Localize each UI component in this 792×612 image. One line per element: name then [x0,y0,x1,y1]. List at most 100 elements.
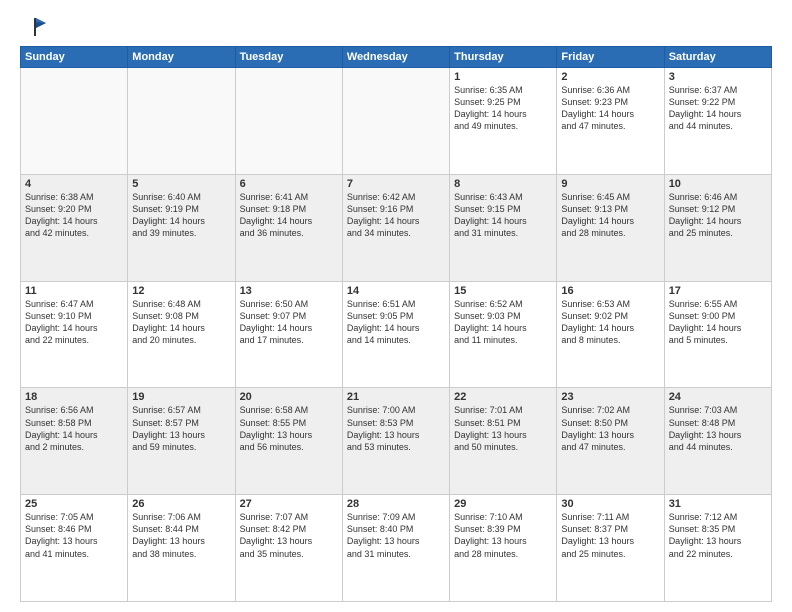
day-info: Sunrise: 7:12 AM Sunset: 8:35 PM Dayligh… [669,511,767,560]
table-row: 23Sunrise: 7:02 AM Sunset: 8:50 PM Dayli… [557,388,664,495]
day-info: Sunrise: 6:51 AM Sunset: 9:05 PM Dayligh… [347,298,445,347]
table-row: 12Sunrise: 6:48 AM Sunset: 9:08 PM Dayli… [128,281,235,388]
day-number: 15 [454,285,552,297]
day-info: Sunrise: 7:05 AM Sunset: 8:46 PM Dayligh… [25,511,123,560]
day-number: 30 [561,498,659,510]
table-row: 24Sunrise: 7:03 AM Sunset: 8:48 PM Dayli… [664,388,771,495]
day-info: Sunrise: 6:45 AM Sunset: 9:13 PM Dayligh… [561,191,659,240]
day-number: 20 [240,391,338,403]
day-number: 23 [561,391,659,403]
day-info: Sunrise: 6:35 AM Sunset: 9:25 PM Dayligh… [454,84,552,133]
table-row: 4Sunrise: 6:38 AM Sunset: 9:20 PM Daylig… [21,174,128,281]
table-row: 14Sunrise: 6:51 AM Sunset: 9:05 PM Dayli… [342,281,449,388]
calendar: SundayMondayTuesdayWednesdayThursdayFrid… [20,46,772,602]
table-row: 13Sunrise: 6:50 AM Sunset: 9:07 PM Dayli… [235,281,342,388]
day-number: 26 [132,498,230,510]
logo [20,16,48,38]
day-info: Sunrise: 6:40 AM Sunset: 9:19 PM Dayligh… [132,191,230,240]
day-number: 21 [347,391,445,403]
day-number: 8 [454,178,552,190]
day-info: Sunrise: 7:02 AM Sunset: 8:50 PM Dayligh… [561,404,659,453]
day-number: 29 [454,498,552,510]
day-number: 11 [25,285,123,297]
day-info: Sunrise: 6:46 AM Sunset: 9:12 PM Dayligh… [669,191,767,240]
table-row: 19Sunrise: 6:57 AM Sunset: 8:57 PM Dayli… [128,388,235,495]
day-info: Sunrise: 7:11 AM Sunset: 8:37 PM Dayligh… [561,511,659,560]
table-row: 29Sunrise: 7:10 AM Sunset: 8:39 PM Dayli… [450,495,557,602]
weekday-header-tuesday: Tuesday [235,47,342,68]
day-info: Sunrise: 6:41 AM Sunset: 9:18 PM Dayligh… [240,191,338,240]
day-number: 13 [240,285,338,297]
table-row: 8Sunrise: 6:43 AM Sunset: 9:15 PM Daylig… [450,174,557,281]
page: SundayMondayTuesdayWednesdayThursdayFrid… [0,0,792,612]
weekday-header-friday: Friday [557,47,664,68]
day-info: Sunrise: 7:06 AM Sunset: 8:44 PM Dayligh… [132,511,230,560]
day-info: Sunrise: 6:53 AM Sunset: 9:02 PM Dayligh… [561,298,659,347]
weekday-header-saturday: Saturday [664,47,771,68]
calendar-row-1: 1Sunrise: 6:35 AM Sunset: 9:25 PM Daylig… [21,68,772,175]
day-number: 1 [454,71,552,83]
day-info: Sunrise: 7:03 AM Sunset: 8:48 PM Dayligh… [669,404,767,453]
day-info: Sunrise: 6:48 AM Sunset: 9:08 PM Dayligh… [132,298,230,347]
table-row: 20Sunrise: 6:58 AM Sunset: 8:55 PM Dayli… [235,388,342,495]
table-row: 5Sunrise: 6:40 AM Sunset: 9:19 PM Daylig… [128,174,235,281]
day-number: 7 [347,178,445,190]
day-info: Sunrise: 7:10 AM Sunset: 8:39 PM Dayligh… [454,511,552,560]
table-row: 16Sunrise: 6:53 AM Sunset: 9:02 PM Dayli… [557,281,664,388]
table-row: 2Sunrise: 6:36 AM Sunset: 9:23 PM Daylig… [557,68,664,175]
weekday-header-monday: Monday [128,47,235,68]
table-row [128,68,235,175]
table-row: 21Sunrise: 7:00 AM Sunset: 8:53 PM Dayli… [342,388,449,495]
day-info: Sunrise: 6:38 AM Sunset: 9:20 PM Dayligh… [25,191,123,240]
day-info: Sunrise: 6:47 AM Sunset: 9:10 PM Dayligh… [25,298,123,347]
day-number: 25 [25,498,123,510]
day-number: 27 [240,498,338,510]
calendar-row-2: 4Sunrise: 6:38 AM Sunset: 9:20 PM Daylig… [21,174,772,281]
weekday-header-wednesday: Wednesday [342,47,449,68]
table-row: 6Sunrise: 6:41 AM Sunset: 9:18 PM Daylig… [235,174,342,281]
day-number: 28 [347,498,445,510]
weekday-header-row: SundayMondayTuesdayWednesdayThursdayFrid… [21,47,772,68]
day-number: 17 [669,285,767,297]
table-row: 17Sunrise: 6:55 AM Sunset: 9:00 PM Dayli… [664,281,771,388]
day-info: Sunrise: 6:58 AM Sunset: 8:55 PM Dayligh… [240,404,338,453]
table-row: 22Sunrise: 7:01 AM Sunset: 8:51 PM Dayli… [450,388,557,495]
day-number: 2 [561,71,659,83]
day-number: 31 [669,498,767,510]
calendar-row-4: 18Sunrise: 6:56 AM Sunset: 8:58 PM Dayli… [21,388,772,495]
calendar-row-3: 11Sunrise: 6:47 AM Sunset: 9:10 PM Dayli… [21,281,772,388]
day-number: 22 [454,391,552,403]
table-row: 31Sunrise: 7:12 AM Sunset: 8:35 PM Dayli… [664,495,771,602]
table-row: 3Sunrise: 6:37 AM Sunset: 9:22 PM Daylig… [664,68,771,175]
day-info: Sunrise: 7:00 AM Sunset: 8:53 PM Dayligh… [347,404,445,453]
day-number: 12 [132,285,230,297]
table-row: 7Sunrise: 6:42 AM Sunset: 9:16 PM Daylig… [342,174,449,281]
day-info: Sunrise: 7:01 AM Sunset: 8:51 PM Dayligh… [454,404,552,453]
day-info: Sunrise: 7:09 AM Sunset: 8:40 PM Dayligh… [347,511,445,560]
day-info: Sunrise: 6:43 AM Sunset: 9:15 PM Dayligh… [454,191,552,240]
day-info: Sunrise: 6:50 AM Sunset: 9:07 PM Dayligh… [240,298,338,347]
day-number: 16 [561,285,659,297]
table-row [342,68,449,175]
day-info: Sunrise: 6:36 AM Sunset: 9:23 PM Dayligh… [561,84,659,133]
table-row: 18Sunrise: 6:56 AM Sunset: 8:58 PM Dayli… [21,388,128,495]
weekday-header-thursday: Thursday [450,47,557,68]
table-row: 25Sunrise: 7:05 AM Sunset: 8:46 PM Dayli… [21,495,128,602]
day-info: Sunrise: 6:55 AM Sunset: 9:00 PM Dayligh… [669,298,767,347]
day-number: 4 [25,178,123,190]
day-number: 14 [347,285,445,297]
table-row: 11Sunrise: 6:47 AM Sunset: 9:10 PM Dayli… [21,281,128,388]
table-row: 27Sunrise: 7:07 AM Sunset: 8:42 PM Dayli… [235,495,342,602]
day-info: Sunrise: 6:57 AM Sunset: 8:57 PM Dayligh… [132,404,230,453]
day-number: 19 [132,391,230,403]
logo-flag-icon [24,16,46,38]
table-row: 30Sunrise: 7:11 AM Sunset: 8:37 PM Dayli… [557,495,664,602]
day-info: Sunrise: 6:52 AM Sunset: 9:03 PM Dayligh… [454,298,552,347]
table-row: 10Sunrise: 6:46 AM Sunset: 9:12 PM Dayli… [664,174,771,281]
weekday-header-sunday: Sunday [21,47,128,68]
day-number: 24 [669,391,767,403]
table-row: 9Sunrise: 6:45 AM Sunset: 9:13 PM Daylig… [557,174,664,281]
day-number: 18 [25,391,123,403]
day-number: 10 [669,178,767,190]
table-row: 26Sunrise: 7:06 AM Sunset: 8:44 PM Dayli… [128,495,235,602]
